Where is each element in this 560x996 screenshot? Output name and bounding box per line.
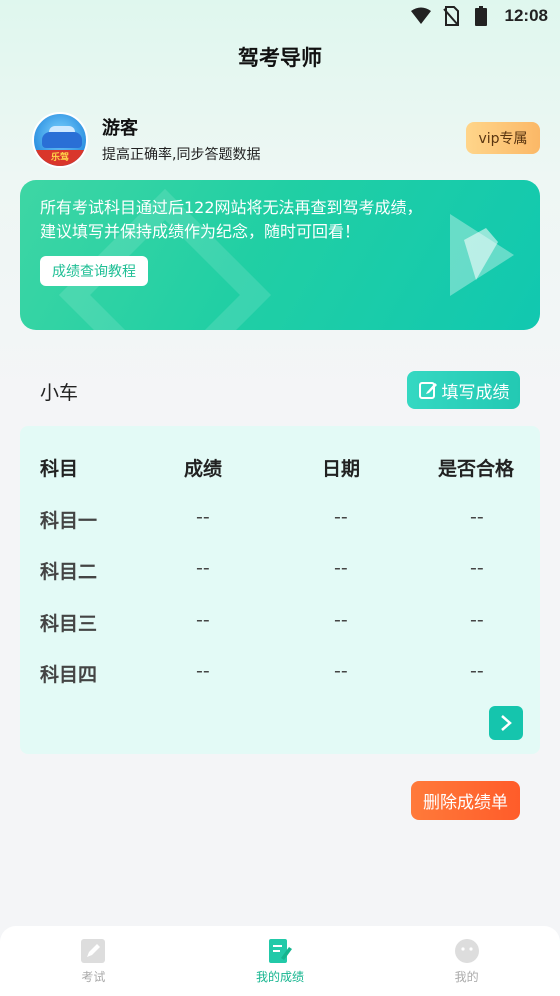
next-page-button[interactable]: [489, 706, 523, 740]
face-icon: [454, 939, 479, 963]
header-score: 成绩: [184, 458, 223, 480]
edit-icon: [418, 382, 437, 399]
row-date: --: [334, 506, 348, 528]
header-date: 日期: [322, 458, 361, 480]
wifi-icon: [410, 6, 431, 26]
banner-line-2: 建议填写并保持成绩作为纪念，随时可回看！: [40, 222, 361, 241]
row-passed: --: [470, 609, 484, 631]
row-subject: 科目三: [40, 613, 98, 635]
table-row[interactable]: 科目二 -- -- --: [20, 557, 540, 587]
delete-scores-button[interactable]: 删除成绩单: [411, 781, 520, 820]
score-table: 科目 成绩 日期 是否合格 科目一 -- -- -- 科目二 -- -- -- …: [20, 426, 540, 754]
no-sim-icon: [441, 6, 461, 26]
tab-mine[interactable]: 我的: [373, 926, 560, 996]
row-passed: --: [470, 557, 484, 579]
status-time: 12:08: [504, 6, 548, 25]
tab-my-scores[interactable]: 我的成绩: [187, 926, 374, 996]
score-sheet-icon: [269, 939, 292, 963]
row-subject: 科目二: [40, 561, 98, 583]
pencil-icon: [81, 939, 106, 963]
row-score: --: [196, 609, 210, 631]
table-row[interactable]: 科目四 -- -- --: [20, 660, 540, 690]
row-score: --: [196, 660, 210, 682]
vip-badge[interactable]: vip专属: [466, 122, 540, 154]
row-score: --: [196, 557, 210, 579]
row-date: --: [334, 609, 348, 631]
info-banner: 所有考试科目通过后122网站将无法再查到驾考成绩， 建议填写并保持成绩作为纪念，…: [20, 180, 540, 330]
fill-score-label: 填写成绩: [441, 382, 510, 403]
table-header: 科目 成绩 日期 是否合格: [20, 454, 540, 484]
row-subject: 科目四: [40, 664, 98, 686]
table-row[interactable]: 科目一 -- -- --: [20, 506, 540, 536]
tab-exam-label: 考试: [81, 970, 106, 984]
row-date: --: [334, 660, 348, 682]
user-card[interactable]: 乐驾 游客 提高正确率,同步答题数据 vip专属: [20, 108, 540, 168]
user-subtitle: 提高正确率,同步答题数据: [102, 147, 261, 163]
banner-text: 所有考试科目通过后122网站将无法再查到驾考成绩， 建议填写并保持成绩作为纪念，…: [40, 196, 423, 244]
vehicle-type-label: 小车: [40, 382, 79, 404]
score-tutorial-button[interactable]: 成绩查询教程: [40, 256, 148, 286]
user-name: 游客: [102, 118, 138, 139]
bottom-nav: 考试 我的成绩 我的: [0, 926, 560, 996]
row-subject: 科目一: [40, 510, 98, 532]
tab-mine-label: 我的: [454, 970, 479, 984]
battery-icon: [471, 6, 491, 26]
avatar[interactable]: 乐驾: [32, 112, 88, 168]
fill-score-button[interactable]: 填写成绩: [407, 371, 520, 409]
header-subject: 科目: [40, 458, 79, 480]
play-icon: [450, 214, 514, 296]
table-row[interactable]: 科目三 -- -- --: [20, 609, 540, 639]
row-passed: --: [470, 660, 484, 682]
page-title: 驾考导师: [238, 46, 322, 70]
avatar-ribbon: 乐驾: [34, 150, 86, 166]
status-bar: 12:08: [0, 0, 560, 32]
banner-line-1: 所有考试科目通过后122网站将无法再查到驾考成绩，: [40, 198, 423, 217]
header-passed: 是否合格: [438, 458, 515, 480]
row-passed: --: [470, 506, 484, 528]
chevron-right-icon: [501, 715, 512, 731]
tab-exam[interactable]: 考试: [0, 926, 187, 996]
row-score: --: [196, 506, 210, 528]
tab-my-scores-label: 我的成绩: [256, 970, 305, 984]
car-body-shape: [42, 132, 82, 148]
row-date: --: [334, 557, 348, 579]
